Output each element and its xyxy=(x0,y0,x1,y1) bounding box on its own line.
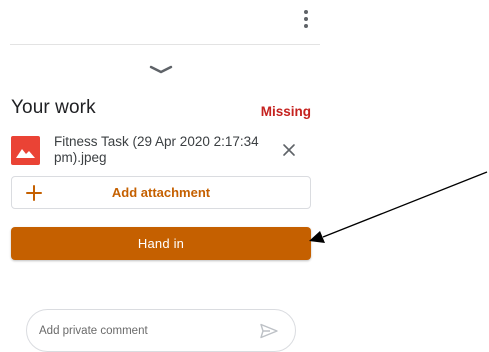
attachment-item[interactable]: Fitness Task (29 Apr 2020 2:17:34 pm).jp… xyxy=(11,134,311,168)
your-work-title: Your work xyxy=(11,97,96,118)
assignment-sheet: Your work Missing Fitness Task (29 Apr 2… xyxy=(0,0,489,352)
add-attachment-button[interactable]: Add attachment xyxy=(11,176,311,209)
close-icon[interactable] xyxy=(281,142,297,158)
private-comment-box xyxy=(26,309,296,352)
image-file-icon xyxy=(11,136,40,165)
private-comment-input[interactable] xyxy=(39,320,249,342)
chevron-down-icon[interactable] xyxy=(149,64,173,76)
status-badge: Missing xyxy=(260,104,311,119)
send-icon[interactable] xyxy=(260,323,278,339)
more-vert-icon[interactable] xyxy=(298,8,314,30)
hand-in-button[interactable]: Hand in xyxy=(11,227,311,260)
hand-in-label: Hand in xyxy=(137,236,185,251)
attachment-file-name: Fitness Task (29 Apr 2020 2:17:34 pm).jp… xyxy=(54,134,259,165)
add-attachment-label: Add attachment xyxy=(111,185,211,200)
header-divider xyxy=(10,44,320,45)
